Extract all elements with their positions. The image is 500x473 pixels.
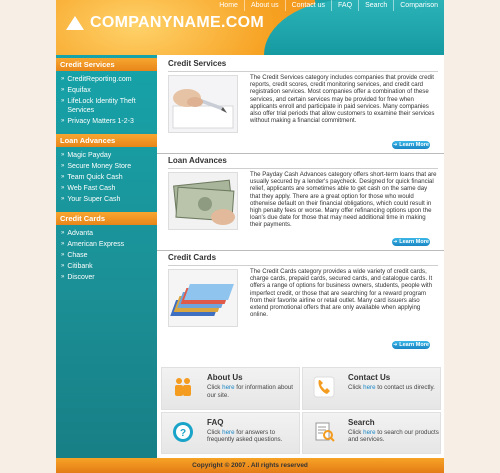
box-title: FAQ: [207, 417, 224, 427]
pen-on-paper-image: [168, 75, 238, 133]
main-content: Credit Services The Credit Services cate…: [157, 55, 444, 458]
question-icon: ?: [172, 421, 194, 443]
sidebar: Credit Services » CreditReporting.com » Eq…: [56, 55, 157, 458]
here-link[interactable]: here: [222, 429, 234, 436]
sidebar-item-secure-money-store[interactable]: » Secure Money Store: [56, 161, 157, 172]
header: COMPANYNAME.COM Home About us Contact us…: [56, 0, 444, 55]
chevron-right-icon: »: [61, 263, 65, 269]
sidebar-item-creditreporting[interactable]: » CreditReporting.com: [56, 74, 157, 85]
nav-home[interactable]: Home: [213, 0, 244, 11]
sidebar-item-equifax[interactable]: » Equifax: [56, 85, 157, 96]
nav-search[interactable]: Search: [358, 0, 393, 11]
here-link[interactable]: here: [363, 384, 375, 391]
cash-bills-image: [168, 172, 238, 230]
chevron-right-icon: »: [61, 76, 65, 82]
arrow-icon: ➜: [393, 142, 398, 148]
section-description: The Credit Cards category provides a wid…: [250, 268, 433, 319]
contact-us-box: Contact Us Click here to contact us dire…: [302, 367, 441, 410]
box-title: Contact Us: [348, 373, 391, 382]
logo-triangle-icon: [66, 16, 84, 30]
nav-about-us[interactable]: About us: [243, 0, 285, 11]
section-loan-advances: Loan Advances The Payday Cash Advances c…: [168, 156, 438, 248]
arrow-icon: ➜: [393, 342, 398, 348]
sidebar-item-magic-payday[interactable]: » Magic Payday: [56, 150, 157, 161]
footer: Copyright © 2007 . All rights reserved: [56, 458, 444, 473]
section-description: The Payday Cash Advances category offers…: [250, 171, 437, 229]
sidebar-item-advanta[interactable]: » Advanta: [56, 228, 157, 239]
logo[interactable]: COMPANYNAME.COM: [66, 14, 264, 32]
sidebar-item-lifelock[interactable]: » LifeLock Identity Theft Services: [56, 96, 157, 116]
sidebar-heading-loan-advances: Loan Advances: [56, 134, 157, 147]
people-icon: [172, 376, 194, 398]
section-title: Loan Advances: [168, 156, 227, 165]
arrow-icon: ➜: [393, 239, 398, 245]
search-doc-icon: [313, 421, 335, 443]
sidebar-item-discover[interactable]: » Discover: [56, 272, 157, 283]
search-box: Search Click here to search our products…: [302, 411, 441, 454]
copyright-text: Copyright © 2007 . All rights reserved: [192, 462, 308, 469]
card-stack-image: [168, 269, 238, 327]
top-nav: Home About us Contact us FAQ Search Comp…: [213, 0, 444, 11]
learn-more-button[interactable]: ➜ Learn More: [392, 141, 430, 149]
section-title: Credit Services: [168, 59, 227, 68]
nav-faq[interactable]: FAQ: [331, 0, 358, 11]
box-title: About Us: [207, 373, 243, 382]
svg-text:?: ?: [180, 428, 186, 439]
here-link[interactable]: here: [363, 429, 375, 436]
box-text: Click here to search our products and se…: [348, 428, 439, 444]
section-title: Credit Cards: [168, 253, 217, 262]
sidebar-item-citibank[interactable]: » Citibank: [56, 261, 157, 272]
chevron-right-icon: »: [61, 87, 65, 93]
nav-contact-us[interactable]: Contact us: [284, 0, 331, 11]
chevron-right-icon: »: [61, 163, 65, 169]
learn-more-button[interactable]: ➜ Learn More: [392, 238, 430, 246]
chevron-right-icon: »: [61, 241, 65, 247]
sidebar-item-american-express[interactable]: » American Express: [56, 239, 157, 250]
learn-more-button[interactable]: ➜ Learn More: [392, 341, 430, 349]
here-link[interactable]: here: [222, 384, 234, 391]
section-credit-cards: Credit Cards The Credit Cards category p…: [168, 253, 438, 353]
nav-comparison[interactable]: Comparison: [393, 0, 444, 11]
sidebar-item-team-quick-cash[interactable]: » Team Quick Cash: [56, 172, 157, 183]
section-description: The Credit Services category includes co…: [250, 74, 435, 125]
section-credit-services: Credit Services The Credit Services cate…: [168, 59, 438, 151]
chevron-right-icon: »: [61, 98, 65, 104]
chevron-right-icon: »: [61, 118, 65, 124]
sidebar-heading-credit-cards: Credit Cards: [56, 212, 157, 225]
chevron-right-icon: »: [61, 196, 65, 202]
chevron-right-icon: »: [61, 230, 65, 236]
about-us-box: About Us Click here for information abou…: [161, 367, 300, 410]
box-text: Click here to contact us directly.: [348, 384, 435, 391]
logo-text: COMPANYNAME.COM: [90, 14, 264, 31]
chevron-right-icon: »: [61, 274, 65, 280]
box-title: Search: [348, 417, 375, 427]
sidebar-list-credit-cards: » Advanta » American Express » Chase » Citib…: [56, 225, 157, 287]
chevron-right-icon: »: [61, 185, 65, 191]
chevron-right-icon: »: [61, 174, 65, 180]
faq-box: ? FAQ Click here for answers to frequent…: [161, 411, 300, 454]
quick-links-grid: About Us Click here for information abou…: [161, 367, 441, 454]
sidebar-list-credit-services: » CreditReporting.com » Equifax » LifeLock …: [56, 71, 157, 131]
sidebar-heading-credit-services: Credit Services: [56, 58, 157, 71]
sidebar-item-your-super-cash[interactable]: » Your Super Cash: [56, 194, 157, 205]
box-text: Click here for answers to frequently ask…: [207, 428, 283, 444]
page: COMPANYNAME.COM Home About us Contact us…: [56, 0, 444, 473]
sidebar-list-loan-advances: » Magic Payday » Secure Money Store » Team …: [56, 147, 157, 209]
sidebar-item-chase[interactable]: » Chase: [56, 250, 157, 261]
chevron-right-icon: »: [61, 152, 65, 158]
box-text: Click here for information about our sit…: [207, 384, 293, 399]
chevron-right-icon: »: [61, 252, 65, 258]
phone-icon: [313, 376, 335, 398]
sidebar-item-web-fast-cash[interactable]: » Web Fast Cash: [56, 183, 157, 194]
sidebar-item-privacy-matters[interactable]: » Privacy Matters 1-2-3: [56, 116, 157, 127]
